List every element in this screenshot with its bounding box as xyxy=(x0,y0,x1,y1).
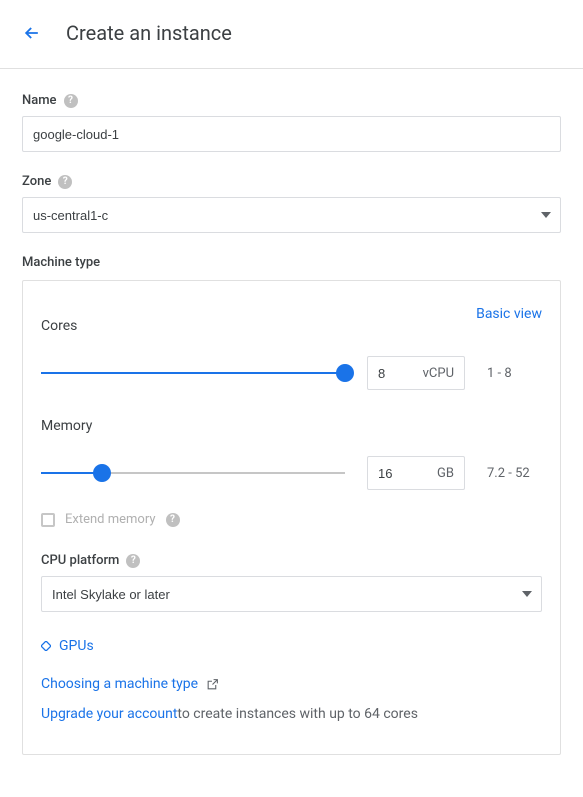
cores-value-box: vCPU xyxy=(367,356,465,390)
cpu-platform-label: CPU platform ? xyxy=(41,553,542,568)
help-icon[interactable]: ? xyxy=(166,513,180,527)
name-label-text: Name xyxy=(22,93,57,108)
cores-range: 1 - 8 xyxy=(487,366,542,381)
upgrade-account-link[interactable]: Upgrade your account xyxy=(41,706,177,722)
form-content: Name ? Zone ? Machine type Basic view Co… xyxy=(0,69,583,797)
zone-field-group: Zone ? xyxy=(22,174,561,233)
zone-select-wrap[interactable] xyxy=(22,197,561,233)
gpus-label: GPUs xyxy=(59,638,94,654)
external-link-icon xyxy=(206,678,219,691)
gpus-toggle[interactable]: GPUs xyxy=(41,638,542,654)
extend-memory-checkbox[interactable] xyxy=(41,513,55,527)
cpu-platform-select-wrap[interactable] xyxy=(41,576,542,612)
cores-label: Cores xyxy=(41,318,542,334)
page-header: Create an instance xyxy=(0,0,583,69)
memory-section: Memory GB 7.2 - 52 xyxy=(41,418,542,490)
slider-thumb[interactable] xyxy=(93,464,111,482)
memory-value-box: GB xyxy=(367,456,465,490)
name-input[interactable] xyxy=(22,116,561,152)
cores-slider[interactable] xyxy=(41,363,345,383)
upgrade-rest-text: to create instances with up to 64 cores xyxy=(177,706,418,722)
cpu-platform-select[interactable] xyxy=(41,576,542,612)
extend-memory-label: Extend memory xyxy=(65,512,156,527)
cpu-platform-label-text: CPU platform xyxy=(41,553,119,568)
machine-type-box: Basic view Cores vCPU 1 - 8 xyxy=(22,280,561,755)
back-arrow-icon[interactable] xyxy=(22,23,42,43)
help-icon[interactable]: ? xyxy=(64,94,78,108)
memory-unit: GB xyxy=(408,466,464,481)
zone-label: Zone ? xyxy=(22,174,561,189)
zone-label-text: Zone xyxy=(22,174,51,189)
help-icon[interactable]: ? xyxy=(58,175,72,189)
memory-slider[interactable] xyxy=(41,463,345,483)
cores-slider-row: vCPU 1 - 8 xyxy=(41,356,542,390)
expand-icon xyxy=(41,641,51,651)
cores-unit: vCPU xyxy=(408,366,464,381)
cpu-platform-group: CPU platform ? xyxy=(41,553,542,612)
machine-type-label: Machine type xyxy=(22,255,561,270)
choosing-machine-type-link[interactable]: Choosing a machine type xyxy=(41,676,198,692)
zone-select[interactable] xyxy=(22,197,561,233)
help-icon[interactable]: ? xyxy=(126,554,140,568)
memory-slider-row: GB 7.2 - 52 xyxy=(41,456,542,490)
name-field-group: Name ? xyxy=(22,93,561,152)
upgrade-row: Upgrade your account to create instances… xyxy=(41,706,542,722)
memory-value-input[interactable] xyxy=(368,466,408,481)
extend-memory-row: Extend memory ? xyxy=(41,512,542,527)
memory-label: Memory xyxy=(41,418,542,434)
machine-type-section: Machine type Basic view Cores vCPU xyxy=(22,255,561,755)
name-label: Name ? xyxy=(22,93,561,108)
page-title: Create an instance xyxy=(66,21,232,45)
slider-fill xyxy=(41,372,345,374)
memory-range: 7.2 - 52 xyxy=(487,466,542,481)
cores-section: Cores vCPU 1 - 8 xyxy=(41,318,542,390)
cores-value-input[interactable] xyxy=(368,366,408,381)
slider-thumb[interactable] xyxy=(336,364,354,382)
choosing-link-row: Choosing a machine type xyxy=(41,676,542,692)
basic-view-link[interactable]: Basic view xyxy=(476,306,542,322)
